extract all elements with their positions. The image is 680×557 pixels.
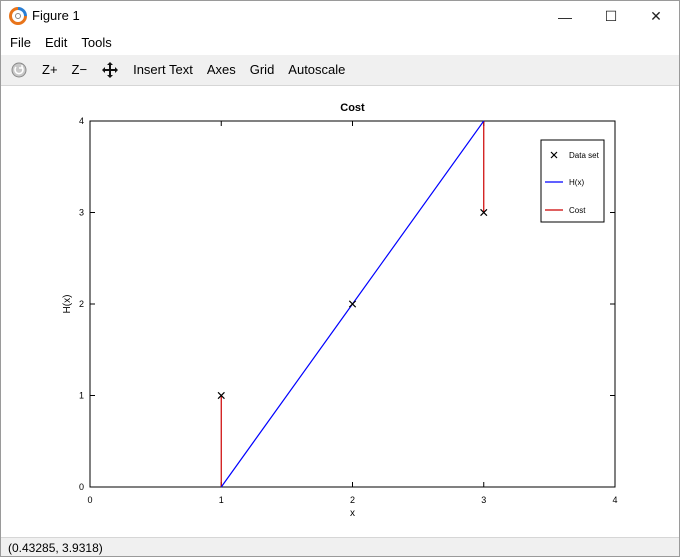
status-bar: (0.43285, 3.9318) <box>1 537 679 556</box>
rotate-icon <box>11 62 27 78</box>
axes-button[interactable]: Axes <box>200 59 243 81</box>
y-tick-label: 1 <box>79 391 84 401</box>
rotate-button[interactable] <box>1 59 35 81</box>
close-button[interactable]: ✕ <box>633 1 679 32</box>
chart-title: Cost <box>340 102 365 114</box>
x-tick-label: 3 <box>481 495 486 505</box>
window-title: Figure 1 <box>32 8 80 23</box>
toolbar: Z+ Z− Insert Text Axes Grid Autoscale <box>1 55 679 86</box>
plot-area[interactable]: 0 1 2 3 4 0 1 2 3 4 Cost x H(x) Data set H(x) Cost <box>1 86 679 537</box>
x-tick-label: 2 <box>350 495 355 505</box>
y-axis-label: H(x) <box>62 295 73 314</box>
maximize-button[interactable]: ☐ <box>588 1 634 32</box>
cost-chart[interactable]: 0 1 2 3 4 0 1 2 3 4 Cost x H(x) Data set H(x) Cost <box>1 86 679 537</box>
pan-icon <box>102 62 119 78</box>
y-tick-label: 4 <box>79 116 84 126</box>
figure-window: Figure 1 — ☐ ✕ File Edit Tools Z+ Z− Ins… <box>0 0 680 557</box>
y-tick-label: 2 <box>79 299 84 309</box>
pan-button[interactable] <box>94 59 126 81</box>
grid-button[interactable]: Grid <box>243 59 282 81</box>
insert-text-button[interactable]: Insert Text <box>126 59 200 81</box>
zoom-in-button[interactable]: Z+ <box>35 59 65 81</box>
menu-bar: File Edit Tools <box>1 32 679 54</box>
minimize-button[interactable]: — <box>542 1 588 32</box>
y-tick-label: 0 <box>79 482 84 492</box>
legend-label-hx: H(x) <box>569 178 584 187</box>
x-tick-label: 0 <box>87 495 92 505</box>
y-tick-label: 3 <box>79 208 84 218</box>
legend-label-data-set: Data set <box>569 151 600 160</box>
x-tick-label: 4 <box>612 495 617 505</box>
x-tick-label: 1 <box>219 495 224 505</box>
menu-tools[interactable]: Tools <box>74 32 118 54</box>
x-axis-label: x <box>350 508 355 519</box>
autoscale-button[interactable]: Autoscale <box>281 59 352 81</box>
octave-app-icon <box>9 7 27 25</box>
menu-edit[interactable]: Edit <box>38 32 74 54</box>
legend-label-cost: Cost <box>569 206 586 215</box>
menu-file[interactable]: File <box>3 32 38 54</box>
zoom-out-button[interactable]: Z− <box>65 59 95 81</box>
cursor-coordinates: (0.43285, 3.9318) <box>8 541 103 555</box>
title-bar[interactable]: Figure 1 — ☐ ✕ <box>1 1 679 32</box>
